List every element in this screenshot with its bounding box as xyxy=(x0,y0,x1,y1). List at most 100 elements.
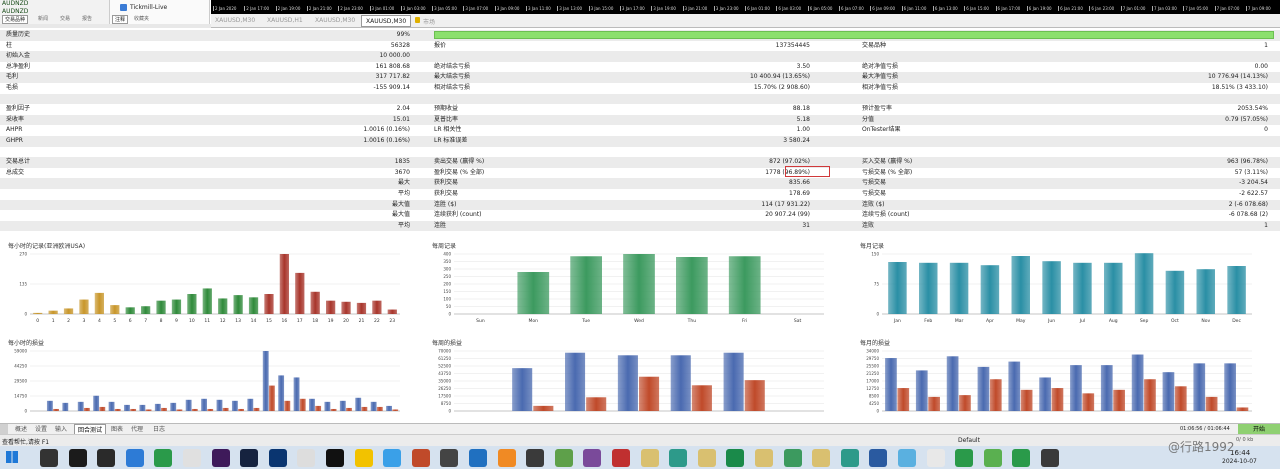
taskbar-app-icon[interactable] xyxy=(154,449,173,467)
report-l2: 预期收益 xyxy=(434,105,459,113)
taskbar-app-icon[interactable] xyxy=(383,449,402,467)
taskbar-app-icon[interactable] xyxy=(411,449,430,467)
bar xyxy=(372,300,382,314)
bar xyxy=(130,408,137,411)
tab-note[interactable]: 注释 xyxy=(112,15,129,24)
taskbar-app-icon[interactable] xyxy=(697,449,716,467)
taskbar-app-icon[interactable] xyxy=(926,449,945,467)
bar xyxy=(62,402,69,411)
chart-tab-4-active[interactable]: XAUUSD,M30 xyxy=(361,15,412,27)
report-l3: 绝对净值亏损 xyxy=(862,62,899,70)
chart-area[interactable]: 2 Jan 2020 2 Jan 17:00 2 Jan 19:00 2 Jan 21… xyxy=(211,0,1280,14)
taskbar-app-icon[interactable] xyxy=(240,449,259,467)
clock-date[interactable]: 2024-10-07 xyxy=(1222,458,1257,465)
report-l1: 柱 xyxy=(6,41,13,49)
tab-report[interactable]: 报告 xyxy=(82,15,92,22)
tab-favorites[interactable]: 收藏夹 xyxy=(134,15,149,22)
report-v1: 56328 xyxy=(390,41,410,49)
taskbar-app-icon[interactable] xyxy=(1012,449,1031,467)
report-v2: 872 (97.02%) xyxy=(769,158,810,166)
taskbar-app-icon[interactable] xyxy=(326,449,344,467)
report-l3: 相对净值亏损 xyxy=(862,84,899,91)
report-l1: 最大值 xyxy=(391,200,410,208)
taskbar-app-icon[interactable] xyxy=(783,449,802,467)
taskbar-app-icon[interactable] xyxy=(612,449,630,467)
report-l2: 连胜 xyxy=(434,221,447,229)
taskbar-app-icon[interactable] xyxy=(354,449,373,467)
report-v3: -6 078.68 (2) xyxy=(1228,211,1268,219)
bar xyxy=(1236,407,1249,411)
market-tab[interactable]: 市场 xyxy=(423,17,435,26)
broker-name[interactable]: Tickmill-Live xyxy=(130,4,167,11)
taskbar-app-icon[interactable] xyxy=(97,449,116,467)
taskbar-app-icon[interactable] xyxy=(183,449,201,467)
taskbar-app-icon[interactable] xyxy=(755,449,773,467)
taskbar-app-icon[interactable] xyxy=(469,449,487,467)
bar xyxy=(77,401,84,411)
account-row-b[interactable]: AUDNZD xyxy=(2,8,28,15)
taskbar-app-icon[interactable] xyxy=(812,449,831,467)
taskbar-app-icon[interactable] xyxy=(40,449,58,467)
bar xyxy=(341,301,351,314)
x-tick-label: May xyxy=(1016,318,1026,324)
x-tick-label: Dec xyxy=(1232,318,1241,324)
report-v1: 99% xyxy=(396,31,410,38)
taskbar-app-icon[interactable] xyxy=(1041,449,1059,467)
taskbar-app-icon[interactable] xyxy=(68,449,87,467)
taskbar-app-icon[interactable] xyxy=(497,449,516,467)
report-l1: 最大 xyxy=(397,179,410,187)
taskbar-app-icon[interactable] xyxy=(211,449,230,467)
taskbar-app-icon[interactable] xyxy=(669,449,688,467)
y-tick-label: 135 xyxy=(19,282,27,287)
time-axis-label: 2 Jan 2020 xyxy=(213,6,237,11)
tab-trade[interactable]: 交易 xyxy=(60,15,70,22)
taskbar-app-icon[interactable] xyxy=(268,449,287,467)
taskbar-app-icon[interactable] xyxy=(840,449,859,467)
y-tick-label: 29750 xyxy=(866,356,879,361)
time-axis-label: 3 Jan 07:00 xyxy=(463,6,489,11)
taskbar-app-icon[interactable] xyxy=(898,449,916,467)
taskbar-app-icon[interactable] xyxy=(583,449,602,467)
bar xyxy=(1205,396,1218,411)
bar xyxy=(946,356,959,411)
taskbar-app-icon[interactable] xyxy=(440,449,459,467)
bar xyxy=(670,355,691,411)
taskbar-app-icon[interactable] xyxy=(955,449,974,467)
report-l2: 获利交易 xyxy=(434,190,459,197)
bar xyxy=(1131,354,1144,411)
taskbar-app-icon[interactable] xyxy=(869,449,888,467)
x-tick-label: 1 xyxy=(52,318,55,324)
taskbar-app-icon[interactable] xyxy=(726,449,745,467)
bar xyxy=(623,254,655,314)
bar xyxy=(185,399,192,411)
chart-tab-bar: XAUUSD,M30 XAUUSD,H1 XAUUSD,M30 XAUUSD,M… xyxy=(211,14,1280,28)
chart-tab-3[interactable]: XAUUSD,M30 xyxy=(315,17,355,24)
report-l2: 获利交易 xyxy=(434,179,459,187)
chart-tab-1[interactable]: XAUUSD,M30 xyxy=(215,17,255,24)
taskbar-app-icon[interactable] xyxy=(983,449,1002,467)
report-v2: 20 907.24 (99) xyxy=(765,211,810,219)
taskbar-app-icon[interactable] xyxy=(554,449,573,467)
x-tick-label: 19 xyxy=(328,318,334,324)
x-tick-label: Mar xyxy=(955,318,964,324)
time-axis: 2 Jan 2020 2 Jan 17:00 2 Jan 19:00 2 Jan 21… xyxy=(211,6,1280,14)
tab-history[interactable]: 交易品种 xyxy=(2,15,29,24)
bar xyxy=(222,407,229,411)
taskbar-app-icon[interactable] xyxy=(526,449,545,467)
taskbar-app-icon[interactable] xyxy=(640,449,659,467)
windows-start-icon[interactable] xyxy=(6,451,18,463)
y-tick-label: 4250 xyxy=(869,401,880,406)
chart-tab-2[interactable]: XAUUSD,H1 xyxy=(267,17,303,24)
x-tick-label: 11 xyxy=(204,318,210,324)
report-l2: LR 标准误差 xyxy=(434,137,468,144)
account-row-a[interactable]: AUDNZD xyxy=(2,0,28,7)
bar xyxy=(299,398,306,411)
time-axis-label: 6 Jan 03:00 xyxy=(776,6,802,11)
bar xyxy=(376,406,383,411)
taskbar-app-icon[interactable] xyxy=(297,449,316,467)
tab-news[interactable]: 新闻 xyxy=(38,15,48,22)
bar xyxy=(586,397,607,411)
bar xyxy=(201,398,207,411)
report-v1: 2.04 xyxy=(396,105,410,113)
taskbar-app-icon[interactable] xyxy=(125,449,144,467)
